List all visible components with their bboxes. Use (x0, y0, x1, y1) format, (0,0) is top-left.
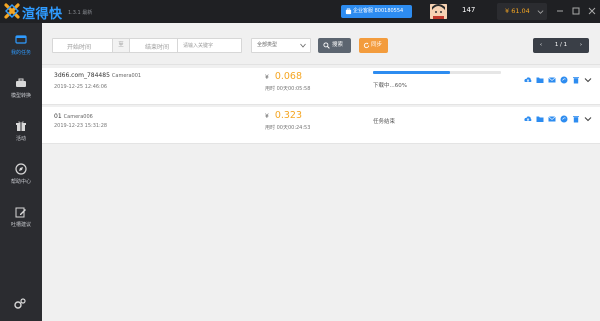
task-status: 下载中...60% (373, 83, 407, 89)
task-date: 2019-12-23 15:31:28 (54, 123, 108, 129)
sidebar-item-label: 活动 (15, 136, 26, 142)
search-icon (323, 42, 330, 49)
sidebar-item-label: 模型转换 (10, 93, 31, 99)
task-price: ¥0.323 (265, 110, 302, 121)
share-icon[interactable] (560, 76, 568, 84)
task-row[interactable]: 01 Camera006 2019-12-23 15:31:28 ¥0.323 用… (42, 107, 600, 144)
share-icon[interactable] (560, 115, 568, 123)
end-date-field[interactable]: 结束时间 (145, 42, 169, 51)
monitor-icon (15, 35, 27, 44)
app-logo-icon (4, 3, 20, 19)
task-name-text: 01 (54, 113, 62, 120)
start-date-field[interactable]: 开始时间 (67, 42, 91, 51)
task-price: ¥0.068 (265, 71, 302, 82)
mail-icon[interactable] (548, 115, 556, 123)
task-name-text: 3d66.com_784485 (54, 72, 110, 79)
type-select[interactable]: 全部类型 (251, 38, 311, 53)
sidebar-item-activity[interactable]: 活动 (0, 113, 42, 153)
gift-icon (16, 121, 26, 131)
task-duration: 用时 00天00:24:53 (265, 125, 311, 131)
title-bar: 渲得快 1.3.1 最新 企业客服 800180554 147 ¥ 61.04 (0, 0, 600, 23)
minimize-icon[interactable] (555, 6, 565, 16)
refresh-icon (363, 42, 370, 49)
task-row[interactable]: 3d66.com_784485 Camera001 2019-12-25 12:4… (42, 68, 600, 105)
briefcase-icon (16, 78, 26, 87)
search-button[interactable]: 搜索 (318, 38, 351, 53)
app-version: 1.3.1 最新 (68, 10, 93, 16)
settings-icon[interactable] (13, 297, 27, 311)
currency-symbol: ¥ (265, 113, 269, 120)
pager-prev-button[interactable]: ‹ (537, 38, 545, 53)
task-price-value: 0.068 (274, 71, 303, 82)
edit-icon (15, 207, 26, 218)
task-date: 2019-12-25 12:46:06 (54, 84, 108, 90)
task-progress-bar (373, 71, 501, 74)
pagination: ‹ 1 / 1 › (533, 38, 589, 53)
avatar-image (430, 4, 447, 19)
sidebar-item-label: 我的任务 (10, 50, 31, 56)
customer-service-icon (345, 8, 352, 15)
support-label: 企业客服 800180554 (353, 8, 404, 14)
task-price-value: 0.323 (274, 110, 303, 121)
currency-symbol: ¥ (265, 74, 269, 81)
date-separator: 至 (112, 39, 130, 52)
trash-icon[interactable] (572, 76, 580, 84)
type-select-value: 全部类型 (257, 42, 278, 48)
chevron-down-icon (300, 43, 306, 48)
sync-label: 同步 (371, 42, 383, 48)
chevron-down-icon[interactable] (584, 76, 592, 84)
chevron-down-icon (537, 10, 544, 14)
task-name: 01 Camera006 (54, 113, 93, 120)
balance-amount: ¥ 61.04 (505, 7, 530, 15)
app-name: 渲得快 (22, 7, 63, 22)
mail-icon[interactable] (548, 76, 556, 84)
pager-text: 1 / 1 (554, 42, 568, 48)
support-button[interactable]: 企业客服 800180554 (341, 5, 412, 18)
maximize-icon[interactable] (571, 6, 581, 16)
main-content: 开始时间 至 结束时间 全部类型 搜索 同步 ‹ 1 (42, 23, 600, 321)
folder-icon[interactable] (536, 115, 544, 123)
filter-toolbar: 开始时间 至 结束时间 全部类型 搜索 同步 ‹ 1 (42, 23, 600, 65)
task-name: 3d66.com_784485 Camera001 (54, 72, 141, 79)
user-id: 147 (462, 6, 476, 14)
sync-button[interactable]: 同步 (359, 38, 388, 53)
pager-next-button[interactable]: › (577, 38, 585, 53)
task-duration: 用时 00天00:05:58 (265, 86, 311, 92)
sidebar-item-label: 帮助中心 (10, 179, 31, 185)
task-progress-fill (373, 71, 450, 74)
window-controls (555, 6, 597, 16)
sidebar-item-model-convert[interactable]: 模型转换 (0, 70, 42, 110)
sidebar: 我的任务 模型转换 活动 帮助中心 吐槽建议 (0, 23, 42, 321)
cloud-download-icon[interactable] (524, 115, 532, 123)
folder-icon[interactable] (536, 76, 544, 84)
task-camera: Camera001 (111, 73, 142, 79)
compass-icon (15, 163, 27, 175)
task-actions (524, 76, 596, 84)
task-camera: Camera006 (63, 114, 93, 120)
sidebar-item-feedback[interactable]: 吐槽建议 (0, 199, 42, 239)
cloud-download-icon[interactable] (524, 76, 532, 84)
keyword-input[interactable] (177, 38, 242, 53)
task-actions (524, 115, 596, 123)
balance-dropdown[interactable]: ¥ 61.04 (497, 3, 547, 20)
task-status: 任务结束 (373, 119, 396, 125)
sidebar-item-my-tasks[interactable]: 我的任务 (0, 27, 42, 67)
avatar[interactable] (430, 4, 447, 19)
search-label: 搜索 (332, 42, 344, 48)
chevron-down-icon[interactable] (584, 115, 592, 123)
trash-icon[interactable] (572, 115, 580, 123)
sidebar-item-help[interactable]: 帮助中心 (0, 156, 42, 196)
sidebar-item-label: 吐槽建议 (10, 222, 31, 228)
close-icon[interactable] (587, 6, 597, 16)
